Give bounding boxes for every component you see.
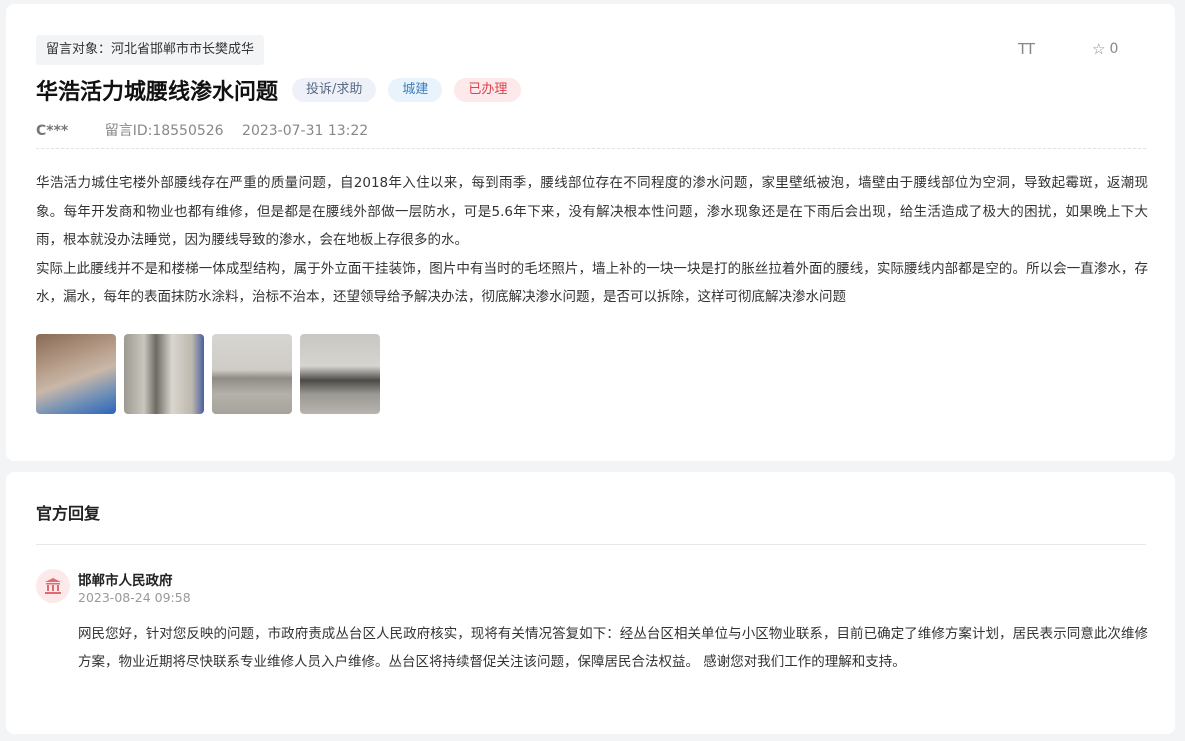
attachment-image-3[interactable] xyxy=(212,334,292,414)
message-target-label: 留言对象：河北省邯郸市市长樊成华 xyxy=(36,35,265,65)
attachment-image-2[interactable] xyxy=(124,334,204,414)
favorite-button[interactable]: ☆ 0 xyxy=(1092,40,1118,58)
font-size-button[interactable]: TT xyxy=(1018,40,1035,58)
message-content: 华浩活力城住宅楼外部腰线存在严重的质量问题，自2018年入住以来，每到雨季，腰线… xyxy=(36,169,1148,312)
message-title: 华浩活力城腰线渗水问题 xyxy=(36,80,279,105)
message-meta: C*** 留言ID:18550526 2023-07-31 13:22 xyxy=(36,120,368,140)
message-id: 留言ID:18550526 xyxy=(104,123,224,139)
author-name: C*** xyxy=(36,123,69,139)
government-building-icon xyxy=(36,569,70,603)
tag-type: 投诉/求助 xyxy=(292,78,377,102)
attachment-image-4[interactable] xyxy=(300,334,380,414)
text-size-icon: TT xyxy=(1018,40,1035,58)
title-row: 华浩活力城腰线渗水问题 投诉/求助 城建 已办理 xyxy=(36,74,533,106)
favorite-count: 0 xyxy=(1109,41,1119,57)
attachment-image-1[interactable] xyxy=(36,334,116,414)
reply-org-name: 邯郸市人民政府 xyxy=(78,573,173,589)
divider xyxy=(36,544,1146,545)
content-paragraph: 实际上此腰线并不是和楼梯一体成型结构，属于外立面干挂装饰，图片中有当时的毛坯照片… xyxy=(36,260,1148,306)
message-card: 留言对象：河北省邯郸市市长樊成华 TT ☆ 0 华浩活力城腰线渗水问题 投诉/求… xyxy=(6,4,1175,461)
content-paragraph: 华浩活力城住宅楼外部腰线存在严重的质量问题，自2018年入住以来，每到雨季，腰线… xyxy=(36,175,1148,248)
star-outline-icon: ☆ xyxy=(1092,40,1106,58)
tag-status: 已办理 xyxy=(454,78,522,102)
reply-section-title: 官方回复 xyxy=(36,504,101,523)
tag-category: 城建 xyxy=(388,78,443,102)
reply-text: 网民您好，针对您反映的问题，市政府责成丛台区人民政府核实，现将有关情况答复如下：… xyxy=(78,626,1148,670)
message-datetime: 2023-07-31 13:22 xyxy=(242,123,369,139)
reply-date: 2023-08-24 09:58 xyxy=(78,590,191,605)
divider xyxy=(36,148,1146,149)
attachment-images xyxy=(36,334,380,414)
official-reply-card: 官方回复 邯郸市人民政府 2023-08-24 09:58 网民您好，针对您反映… xyxy=(6,472,1175,734)
